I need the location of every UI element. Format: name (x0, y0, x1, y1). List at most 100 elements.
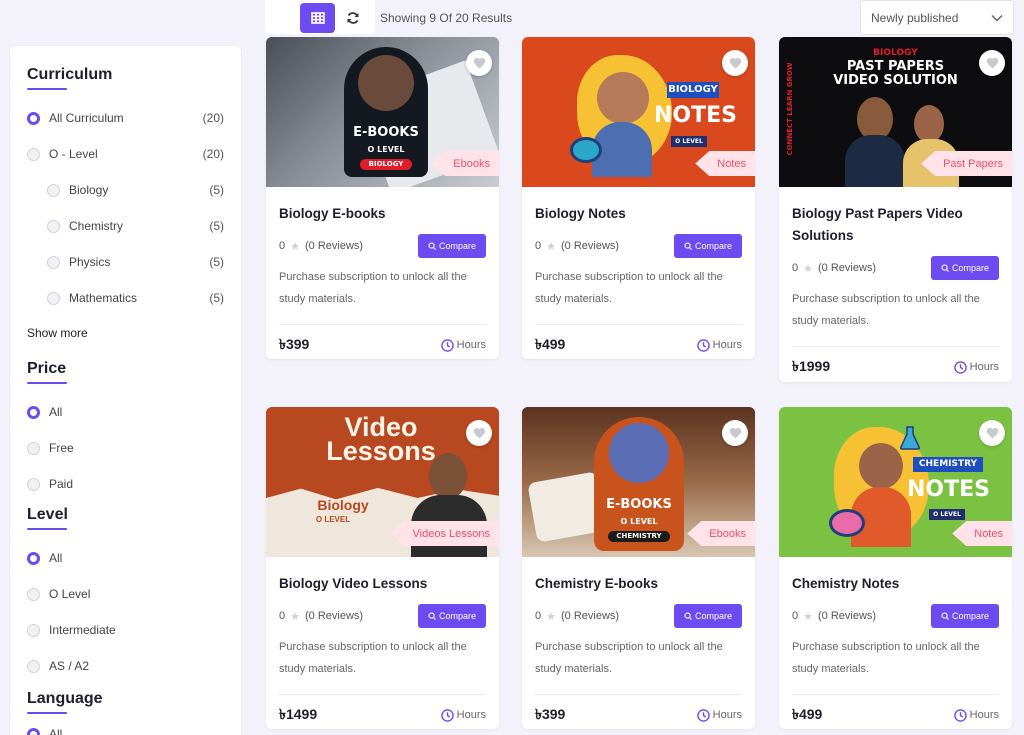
wishlist-button[interactable] (979, 50, 1005, 76)
radio-icon[interactable] (27, 623, 40, 637)
price-option-all[interactable]: All (27, 394, 224, 430)
course-price: ৳499 (535, 336, 566, 352)
option-label: All Curriculum (49, 111, 124, 125)
radio-icon[interactable] (27, 147, 40, 161)
refresh-button[interactable] (341, 5, 365, 31)
card-footer: ৳399 Hours (535, 695, 742, 729)
art-title: E-BOOKS (353, 125, 419, 140)
course-thumbnail[interactable]: E-BOOKS O LEVEL CHEMISTRY Ebooks (522, 407, 755, 557)
curriculum-option-all[interactable]: All Curriculum (20) (27, 100, 224, 136)
meta-row: 0 ★ (0 Reviews) Compare (279, 603, 486, 629)
course-description: Purchase subscription to unlock all the … (792, 293, 980, 327)
art-title: E-BOOKS (606, 497, 672, 512)
rating: 0 ★ (0 Reviews) (535, 240, 619, 253)
category-tag: Ebooks (431, 151, 499, 176)
heart-icon (986, 428, 998, 439)
course-description: Purchase subscription to unlock all the … (792, 641, 980, 675)
grid-view-button[interactable] (300, 3, 335, 33)
option-label: Physics (69, 255, 111, 269)
radio-icon[interactable] (27, 441, 40, 455)
course-thumbnail[interactable]: CONNECT LEARN GROW BIOLOGY PAST PAPERS V… (779, 37, 1012, 187)
course-thumbnail[interactable]: Video Lessons Biology O LEVEL Videos Les… (266, 407, 499, 557)
radio-icon[interactable] (47, 183, 60, 197)
course-title[interactable]: Biology Notes (535, 203, 742, 225)
category-tag: Past Papers (921, 151, 1012, 176)
compare-button[interactable]: Compare (674, 604, 742, 628)
course-card[interactable]: Video Lessons Biology O LEVEL Videos Les… (266, 407, 499, 729)
star-icon: ★ (803, 262, 813, 275)
star-icon: ★ (803, 610, 813, 623)
course-title[interactable]: Biology E-books (279, 203, 486, 225)
art-subtitle: VIDEO SOLUTION (833, 73, 958, 88)
language-filter: Language All (27, 690, 224, 735)
category-tag: Ebooks (687, 521, 755, 546)
radio-icon[interactable] (27, 111, 40, 125)
course-thumbnail[interactable]: E-BOOKS O LEVEL BIOLOGY Ebooks (266, 37, 499, 187)
level-option-o-level[interactable]: O Level (27, 576, 224, 612)
compare-button[interactable]: Compare (418, 604, 486, 628)
level-option-all[interactable]: All (27, 540, 224, 576)
art-pill: BIOLOGY (360, 159, 412, 170)
curriculum-filter: Curriculum All Curriculum (20) O - Level (… (27, 66, 224, 344)
rating: 0 ★ (0 Reviews) (792, 610, 876, 623)
course-title[interactable]: Chemistry Notes (792, 573, 999, 595)
curriculum-option-chemistry[interactable]: Chemistry (5) (27, 208, 224, 244)
price-option-paid[interactable]: Paid (27, 466, 224, 502)
compare-button[interactable]: Compare (674, 234, 742, 258)
sort-select[interactable]: Newly published (860, 0, 1014, 35)
radio-icon[interactable] (47, 291, 60, 305)
compare-button[interactable]: Compare (418, 234, 486, 258)
radio-icon[interactable] (27, 727, 40, 735)
wishlist-button[interactable] (466, 420, 492, 446)
art-title: NOTES (907, 477, 990, 502)
wishlist-button[interactable] (979, 420, 1005, 446)
course-card[interactable]: BIOLOGY NOTES O LEVEL Notes Biology Note… (522, 37, 755, 359)
course-thumbnail[interactable]: CHEMISTRY NOTES O LEVEL Notes (779, 407, 1012, 557)
course-card[interactable]: E-BOOKS O LEVEL BIOLOGY Ebooks Biology E… (266, 37, 499, 359)
option-label: Intermediate (49, 623, 116, 637)
teacher-photo (429, 453, 467, 499)
level-option-as-a2[interactable]: AS / A2 (27, 648, 224, 684)
course-card[interactable]: CONNECT LEARN GROW BIOLOGY PAST PAPERS V… (779, 37, 1012, 382)
radio-icon[interactable] (47, 255, 60, 269)
card-body: Biology Notes 0 ★ (0 Reviews) Compare Purc… (522, 187, 755, 359)
radio-icon[interactable] (27, 659, 40, 673)
radio-icon[interactable] (27, 587, 40, 601)
radio-icon[interactable] (27, 405, 40, 419)
course-thumbnail[interactable]: BIOLOGY NOTES O LEVEL Notes (522, 37, 755, 187)
wishlist-button[interactable] (722, 420, 748, 446)
course-card[interactable]: E-BOOKS O LEVEL CHEMISTRY Ebooks Chemist… (522, 407, 755, 729)
course-title[interactable]: Biology Past Papers Video Solutions (792, 203, 999, 247)
language-option-all[interactable]: All (27, 724, 224, 735)
curriculum-option-physics[interactable]: Physics (5) (27, 244, 224, 280)
clock-icon (696, 338, 710, 352)
radio-icon[interactable] (27, 551, 40, 565)
course-card[interactable]: CHEMISTRY NOTES O LEVEL Notes Chemistry … (779, 407, 1012, 729)
compare-button[interactable]: Compare (931, 256, 999, 280)
compare-button[interactable]: Compare (931, 604, 999, 628)
level-option-intermediate[interactable]: Intermediate (27, 612, 224, 648)
price-option-free[interactable]: Free (27, 430, 224, 466)
radio-icon[interactable] (27, 477, 40, 491)
compare-icon (428, 612, 436, 620)
curriculum-option-biology[interactable]: Biology (5) (27, 172, 224, 208)
side-label: CONNECT LEARN GROW (786, 62, 794, 156)
curriculum-option-o-level[interactable]: O - Level (20) (27, 136, 224, 172)
star-icon: ★ (546, 240, 556, 253)
rating-value: 0 (279, 240, 286, 252)
curriculum-option-mathematics[interactable]: Mathematics (5) (27, 280, 224, 316)
price-filter: Price All Free Paid (27, 360, 224, 502)
art-subtitle: BIOLOGY (667, 82, 719, 98)
course-title[interactable]: Biology Video Lessons (279, 573, 486, 595)
compare-label: Compare (951, 263, 989, 273)
show-more-link[interactable]: Show more (27, 326, 224, 344)
wishlist-button[interactable] (466, 50, 492, 76)
option-label: O Level (49, 587, 91, 601)
student-photo (358, 55, 414, 111)
section-underline (27, 88, 67, 90)
rating-value: 0 (279, 610, 286, 622)
course-title[interactable]: Chemistry E-books (535, 573, 742, 595)
radio-icon[interactable] (47, 219, 60, 233)
teacher-photo (914, 105, 944, 143)
wishlist-button[interactable] (722, 50, 748, 76)
